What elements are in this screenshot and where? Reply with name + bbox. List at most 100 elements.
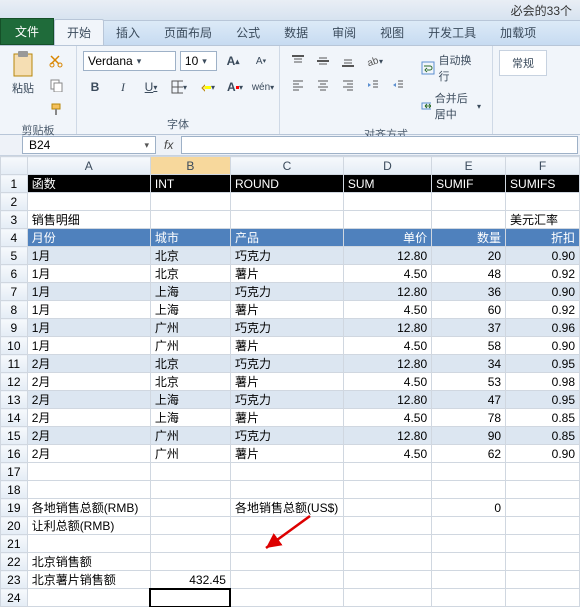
- cell[interactable]: [150, 499, 230, 517]
- cell[interactable]: [432, 481, 506, 499]
- cell[interactable]: 薯片: [230, 265, 343, 283]
- cut-button[interactable]: [44, 50, 68, 72]
- file-tab[interactable]: 文件: [0, 18, 54, 45]
- cell[interactable]: 0.96: [506, 319, 580, 337]
- cell[interactable]: [230, 553, 343, 571]
- tab-addins[interactable]: 加载项: [488, 20, 548, 45]
- cell[interactable]: [230, 463, 343, 481]
- cell[interactable]: 62: [432, 445, 506, 463]
- cell[interactable]: 4.50: [343, 373, 431, 391]
- row-18[interactable]: 18: [1, 481, 28, 499]
- tab-view[interactable]: 视图: [368, 20, 416, 45]
- tab-page-layout[interactable]: 页面布局: [152, 20, 224, 45]
- cell[interactable]: 4.50: [343, 409, 431, 427]
- cell[interactable]: 薯片: [230, 373, 343, 391]
- tab-formulas[interactable]: 公式: [224, 20, 272, 45]
- cell[interactable]: 90: [432, 427, 506, 445]
- row-16[interactable]: 16: [1, 445, 28, 463]
- underline-button[interactable]: U▾: [139, 76, 163, 98]
- cell[interactable]: 12.80: [343, 319, 431, 337]
- orientation-button[interactable]: ab▾: [361, 50, 387, 72]
- cell[interactable]: [150, 517, 230, 535]
- cell[interactable]: 广州: [150, 445, 230, 463]
- bottom-align-button[interactable]: [336, 50, 360, 72]
- row-4[interactable]: 4: [1, 229, 28, 247]
- cell[interactable]: 0.90: [506, 445, 580, 463]
- cell[interactable]: 12.80: [343, 391, 431, 409]
- cell[interactable]: [150, 193, 230, 211]
- cell[interactable]: [150, 211, 230, 229]
- col-F[interactable]: F: [506, 157, 580, 175]
- decrease-indent-button[interactable]: [361, 74, 385, 96]
- cell[interactable]: [343, 589, 431, 607]
- cell[interactable]: [432, 553, 506, 571]
- cell[interactable]: 巧克力: [230, 391, 343, 409]
- cell[interactable]: [506, 499, 580, 517]
- paste-button[interactable]: 粘贴: [6, 50, 40, 120]
- cell[interactable]: 美元汇率: [506, 211, 580, 229]
- cell[interactable]: 巧克力: [230, 427, 343, 445]
- tab-developer[interactable]: 开发工具: [416, 20, 488, 45]
- cell[interactable]: 巧克力: [230, 247, 343, 265]
- cell[interactable]: [27, 481, 150, 499]
- cell[interactable]: [506, 481, 580, 499]
- cell[interactable]: [432, 535, 506, 553]
- cell[interactable]: 1月: [27, 319, 150, 337]
- cell[interactable]: 37: [432, 319, 506, 337]
- cell[interactable]: 上海: [150, 301, 230, 319]
- row-6[interactable]: 6: [1, 265, 28, 283]
- cell[interactable]: 0.95: [506, 355, 580, 373]
- col-E[interactable]: E: [432, 157, 506, 175]
- wrap-text-button[interactable]: 自动换行: [416, 50, 486, 86]
- cell[interactable]: 巧克力: [230, 355, 343, 373]
- cell[interactable]: 北京: [150, 355, 230, 373]
- tab-home[interactable]: 开始: [54, 19, 104, 45]
- cell[interactable]: 上海: [150, 283, 230, 301]
- cell[interactable]: [27, 463, 150, 481]
- cell[interactable]: 北京: [150, 247, 230, 265]
- cell[interactable]: 北京销售额: [27, 553, 150, 571]
- cell[interactable]: 让利总额(RMB): [27, 517, 150, 535]
- cell[interactable]: [506, 553, 580, 571]
- row-1[interactable]: 1: [1, 175, 28, 193]
- cell[interactable]: 36: [432, 283, 506, 301]
- cell[interactable]: [230, 193, 343, 211]
- cell[interactable]: 53: [432, 373, 506, 391]
- col-C[interactable]: C: [230, 157, 343, 175]
- cell[interactable]: [432, 193, 506, 211]
- number-format-normal[interactable]: 常规: [499, 50, 547, 76]
- font-name-combo[interactable]: Verdana▾: [83, 51, 176, 71]
- phonetic-button[interactable]: wén▾: [251, 76, 275, 98]
- cell[interactable]: [27, 535, 150, 553]
- row-14[interactable]: 14: [1, 409, 28, 427]
- cell[interactable]: [150, 553, 230, 571]
- bold-button[interactable]: B: [83, 76, 107, 98]
- cell[interactable]: 广州: [150, 319, 230, 337]
- cell[interactable]: 48: [432, 265, 506, 283]
- cell[interactable]: [230, 571, 343, 589]
- cell[interactable]: [506, 571, 580, 589]
- cell[interactable]: 巧克力: [230, 283, 343, 301]
- cell[interactable]: 60: [432, 301, 506, 319]
- cell[interactable]: [343, 463, 431, 481]
- cell[interactable]: 城市: [150, 229, 230, 247]
- merge-center-button[interactable]: 合并后居中▾: [416, 88, 486, 124]
- cell[interactable]: [27, 589, 150, 607]
- cell[interactable]: [343, 481, 431, 499]
- cell[interactable]: 销售明细: [27, 211, 150, 229]
- spreadsheet-grid[interactable]: A B C D E F 1函数INTROUNDSUMSUMIFSUMIFS23销…: [0, 156, 580, 607]
- row-13[interactable]: 13: [1, 391, 28, 409]
- row-20[interactable]: 20: [1, 517, 28, 535]
- tab-data[interactable]: 数据: [272, 20, 320, 45]
- right-align-button[interactable]: [336, 74, 360, 96]
- row-10[interactable]: 10: [1, 337, 28, 355]
- cell[interactable]: 折扣: [506, 229, 580, 247]
- cell[interactable]: 产品: [230, 229, 343, 247]
- cell[interactable]: 1月: [27, 247, 150, 265]
- cell[interactable]: 0.95: [506, 391, 580, 409]
- cell[interactable]: 2月: [27, 391, 150, 409]
- italic-button[interactable]: I: [111, 76, 135, 98]
- cell[interactable]: [506, 193, 580, 211]
- cell[interactable]: 各地销售总额(RMB): [27, 499, 150, 517]
- cell[interactable]: [343, 193, 431, 211]
